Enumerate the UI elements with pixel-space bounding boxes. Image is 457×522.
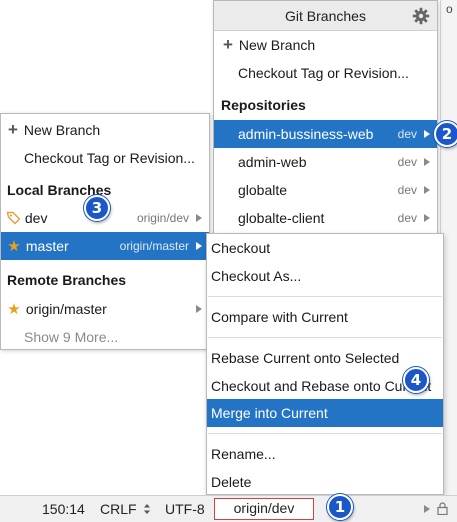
repo-item-admin-web[interactable]: admin-web dev bbox=[214, 148, 437, 176]
git-new-branch-item[interactable]: + New Branch bbox=[214, 31, 437, 59]
line-separator-widget[interactable]: CRLF bbox=[100, 501, 151, 517]
lock-icon[interactable] bbox=[437, 502, 448, 515]
statusbar-arrow-icon bbox=[424, 505, 430, 513]
remote-branches-header: Remote Branches bbox=[7, 272, 127, 288]
menu-item-rename[interactable]: Rename... bbox=[207, 440, 443, 468]
tag-icon bbox=[6, 211, 21, 225]
submenu-arrow-icon bbox=[196, 214, 202, 222]
submenu-arrow-icon bbox=[424, 214, 430, 222]
repo-name: globalte-client bbox=[238, 210, 325, 226]
line-separator-label: CRLF bbox=[100, 501, 137, 517]
repo-item-globalte-client[interactable]: globalte-client dev bbox=[214, 204, 437, 232]
menu-separator bbox=[208, 337, 442, 338]
menu-item-compare-with-current[interactable]: Compare with Current bbox=[207, 303, 443, 331]
checkout-tag-item[interactable]: Checkout Tag or Revision... bbox=[1, 144, 209, 172]
git-branches-popup: Git Branches + New Branch Checkout Tag o… bbox=[213, 0, 438, 236]
repo-branch: dev bbox=[397, 155, 417, 169]
repo-name: admin-bussiness-web bbox=[238, 126, 374, 142]
callout-badge-1: 1 bbox=[327, 494, 353, 520]
branch-tracking: origin/master bbox=[119, 239, 189, 253]
submenu-arrow-icon bbox=[424, 186, 430, 194]
encoding-widget[interactable]: UTF-8 bbox=[165, 501, 205, 517]
repo-name: globalte bbox=[238, 182, 288, 198]
checkout-tag-label: Checkout Tag or Revision... bbox=[24, 150, 195, 166]
git-branch-widget[interactable]: origin/dev bbox=[214, 498, 314, 520]
callout-badge-4: 4 bbox=[403, 367, 429, 393]
branch-item-origin-master[interactable]: ★ origin/master bbox=[1, 295, 209, 323]
new-branch-item[interactable]: + New Branch bbox=[1, 116, 209, 144]
git-branch-label: origin/dev bbox=[233, 500, 295, 516]
up-down-arrows-icon bbox=[144, 504, 151, 514]
branch-tracking: origin/dev bbox=[136, 211, 189, 225]
repo-branch: dev bbox=[397, 183, 417, 197]
git-checkout-tag-item[interactable]: Checkout Tag or Revision... bbox=[214, 59, 437, 87]
git-new-branch-label: New Branch bbox=[238, 37, 316, 53]
menu-separator bbox=[208, 433, 442, 434]
menu-separator bbox=[208, 296, 442, 297]
editor-edge-text: o bbox=[446, 2, 453, 16]
branch-name: dev bbox=[24, 210, 48, 226]
gear-icon[interactable] bbox=[412, 7, 430, 25]
git-branches-title: Git Branches bbox=[285, 8, 366, 24]
caret-position[interactable]: 150:14 bbox=[42, 501, 85, 517]
repositories-header: Repositories bbox=[221, 97, 306, 113]
branch-item-master[interactable]: ★ master origin/master bbox=[1, 232, 209, 260]
branch-name: master bbox=[25, 238, 69, 254]
submenu-arrow-icon bbox=[424, 158, 430, 166]
repo-branch: dev bbox=[397, 127, 417, 141]
repo-branch: dev bbox=[397, 211, 417, 225]
menu-item-checkout[interactable]: Checkout bbox=[207, 234, 443, 262]
repo-item-admin-bussiness-web[interactable]: admin-bussiness-web dev bbox=[214, 120, 437, 148]
submenu-arrow-icon bbox=[424, 130, 430, 138]
git-branches-title-bar: Git Branches bbox=[214, 1, 437, 31]
menu-item-checkout-as[interactable]: Checkout As... bbox=[207, 262, 443, 290]
menu-item-delete[interactable]: Delete bbox=[207, 468, 443, 496]
new-branch-label: New Branch bbox=[23, 122, 101, 138]
star-icon: ★ bbox=[7, 301, 21, 318]
plus-icon: + bbox=[8, 120, 18, 139]
star-icon: ★ bbox=[7, 238, 21, 255]
branch-context-menu: Checkout Checkout As... Compare with Cur… bbox=[206, 233, 444, 495]
branch-list-popup: + New Branch Checkout Tag or Revision...… bbox=[0, 113, 210, 350]
plus-icon: + bbox=[223, 35, 233, 54]
branch-name: origin/master bbox=[25, 301, 107, 317]
submenu-arrow-icon bbox=[196, 242, 202, 250]
repo-name: admin-web bbox=[238, 154, 307, 170]
show-more-item[interactable]: Show 9 More... bbox=[1, 323, 209, 351]
menu-item-merge-into-current[interactable]: Merge into Current bbox=[207, 399, 443, 427]
status-bar: 150:14 CRLF UTF-8 origin/dev bbox=[0, 495, 457, 522]
repo-item-globalte[interactable]: globalte dev bbox=[214, 176, 437, 204]
menu-item-rebase-current-onto-selected[interactable]: Rebase Current onto Selected bbox=[207, 344, 443, 372]
submenu-arrow-icon bbox=[196, 305, 202, 313]
git-checkout-tag-label: Checkout Tag or Revision... bbox=[238, 65, 409, 81]
callout-badge-3: 3 bbox=[84, 195, 110, 221]
callout-badge-2: 2 bbox=[434, 121, 457, 147]
